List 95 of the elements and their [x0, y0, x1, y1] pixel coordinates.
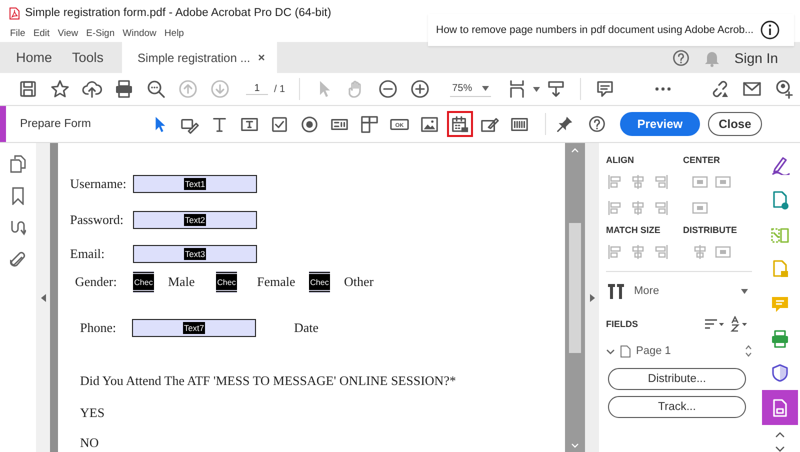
- paperclip-icon[interactable]: [10, 251, 26, 269]
- shield-icon[interactable]: [770, 363, 790, 384]
- text-field[interactable]: Text7: [132, 318, 256, 337]
- field-label: Phone:: [80, 320, 118, 336]
- chevron-up-icon[interactable]: [775, 431, 785, 440]
- more-menu[interactable]: More: [634, 285, 660, 297]
- prepare-form-title: Prepare Form: [20, 118, 91, 130]
- answer-text: YES: [80, 404, 105, 421]
- menu-item[interactable]: Window: [122, 28, 156, 39]
- field-name-tag[interactable]: Chec: [216, 271, 237, 294]
- section-title: MATCH SIZE: [606, 225, 662, 235]
- caret-icon[interactable]: [741, 288, 748, 294]
- spinner-icon[interactable]: [745, 344, 752, 358]
- field-name-tag[interactable]: Chec: [309, 271, 330, 294]
- accent-stripe: [0, 106, 6, 142]
- scroll-icon[interactable]: [546, 79, 566, 99]
- text-field[interactable]: Text1: [133, 174, 257, 193]
- bookmark-icon[interactable]: [11, 187, 25, 205]
- expand-arrow-icon[interactable]: [590, 294, 594, 302]
- text-field[interactable]: Text3: [133, 244, 257, 263]
- menu-item[interactable]: File: [10, 28, 26, 39]
- window-title: Simple registration form.pdf - Adobe Acrobat Pro DC (64-bit): [25, 7, 332, 19]
- answer-text: NO: [80, 435, 99, 452]
- page-icon: [620, 344, 631, 358]
- date-label: Date: [294, 320, 319, 336]
- menu-item[interactable]: Edit: [33, 28, 50, 39]
- sign-in-link[interactable]: Sign In: [734, 50, 778, 66]
- collapse-arrow-icon[interactable]: [40, 294, 46, 302]
- panel-button[interactable]: Distribute...: [608, 368, 746, 390]
- help-icon[interactable]: [588, 115, 606, 133]
- menu-item[interactable]: View: [58, 28, 78, 39]
- link-icon[interactable]: [710, 79, 730, 99]
- section-title: DISTRIBUTE: [683, 225, 738, 235]
- tab[interactable]: Simple registration ...: [122, 42, 278, 73]
- zoom-in-icon[interactable]: [410, 79, 430, 99]
- section-title: ALIGN: [606, 155, 635, 165]
- account-icon[interactable]: [774, 79, 794, 99]
- save-icon[interactable]: [18, 79, 38, 99]
- caret-icon[interactable]: [533, 86, 540, 92]
- upload-icon[interactable]: [82, 79, 102, 99]
- comment-icon[interactable]: [595, 79, 616, 99]
- chevron-down-icon[interactable]: [775, 445, 785, 452]
- menu-item[interactable]: Help: [164, 28, 184, 39]
- zoom-out-icon[interactable]: [378, 79, 398, 99]
- search-icon[interactable]: [146, 79, 166, 99]
- branch-arrow-icon[interactable]: [10, 219, 26, 237]
- page-total: / 1: [274, 84, 286, 94]
- star-icon[interactable]: [50, 79, 70, 99]
- form-icon[interactable]: [770, 398, 790, 418]
- field-label: Gender:: [75, 274, 118, 290]
- text-field[interactable]: Text2: [133, 211, 257, 230]
- video-title: How to remove page numbers in pdf document using Adobe Acrob...: [436, 24, 754, 36]
- field-label: Email:: [70, 246, 106, 262]
- option-label: Female: [257, 274, 296, 290]
- scroll-up-icon[interactable]: [571, 147, 579, 153]
- info-icon[interactable]: [760, 20, 780, 40]
- panel-button[interactable]: Track...: [608, 396, 746, 418]
- field-name-tag[interactable]: Chec: [133, 271, 154, 294]
- pdf-file-icon: [9, 6, 20, 20]
- pen-icon[interactable]: [770, 155, 790, 176]
- tree-item[interactable]: Page 1: [636, 345, 671, 357]
- pin-icon[interactable]: [556, 115, 574, 133]
- mail-icon[interactable]: [742, 79, 762, 99]
- close-icon[interactable]: [258, 54, 266, 61]
- question-text: Did You Attend The ATF 'MESS TO MESSAGE' ONLINE SESSION?*: [80, 373, 456, 390]
- option-label: Other: [344, 274, 375, 290]
- zoom-field[interactable]: 75%: [450, 81, 492, 97]
- section-title: CENTER: [683, 155, 722, 165]
- field-label: Password:: [70, 212, 124, 228]
- scrollbar[interactable]: [565, 143, 585, 452]
- field-label: Username:: [70, 176, 128, 192]
- sort-icon[interactable]: [704, 318, 724, 330]
- pages-icon[interactable]: [10, 155, 26, 173]
- calendar-icon[interactable]: [450, 114, 470, 134]
- menu-item[interactable]: E-Sign: [86, 28, 115, 39]
- preview-button[interactable]: Preview: [620, 112, 700, 136]
- dropdown-icon[interactable]: [360, 114, 380, 134]
- caret-icon: [482, 86, 490, 91]
- print-icon[interactable]: [770, 328, 790, 349]
- help-icon[interactable]: [672, 48, 690, 66]
- tab[interactable]: Tools: [62, 42, 114, 73]
- option-label: Male: [168, 274, 196, 290]
- checkbox-icon[interactable]: [270, 114, 290, 134]
- image-icon[interactable]: [420, 114, 440, 134]
- radio-icon[interactable]: [300, 114, 320, 134]
- sort-alpha-icon[interactable]: [730, 316, 748, 332]
- tab[interactable]: Home: [0, 42, 62, 73]
- page-number-field[interactable]: 1: [246, 83, 268, 95]
- tools-icon[interactable]: [606, 282, 626, 300]
- print-icon[interactable]: [114, 79, 134, 99]
- chevron-down-icon[interactable]: [606, 346, 615, 356]
- close-button[interactable]: Close: [708, 112, 762, 136]
- scroll-down-icon[interactable]: [571, 443, 579, 449]
- section-title: FIELDS: [606, 319, 638, 329]
- document-icon[interactable]: [770, 190, 790, 210]
